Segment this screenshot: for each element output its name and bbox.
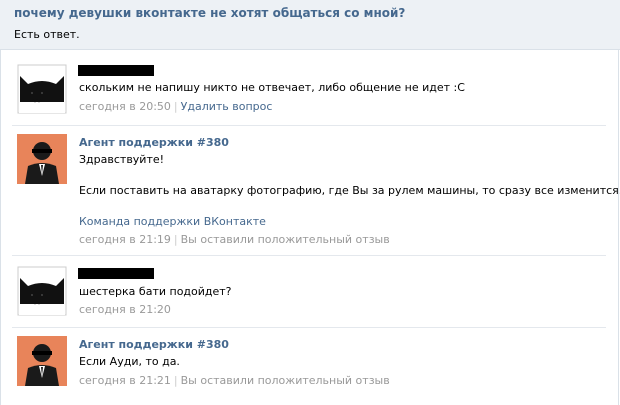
frame-border-left [0,50,1,405]
message-time: сегодня в 21:21 [79,374,171,387]
rating-status: Вы оставили положительный отзыв [180,233,390,246]
message-text: Если поставить на аватарку фотографию, г… [79,184,620,197]
message-separator [12,255,606,256]
meta-divider: | [173,233,178,246]
message-text: шестерка бати подойдет? [79,285,232,298]
agent-name[interactable]: Агент поддержки #380 [79,338,229,351]
message-meta: сегодня в 21:21 | Вы оставили положительны… [79,374,390,387]
cat-avatar[interactable] [17,266,67,316]
message-separator [12,125,606,126]
rating-status: Вы оставили положительный отзыв [180,374,390,387]
message-greeting: Здравствуйте! [79,153,165,166]
question-title: почему девушки вконтакте не хотят общать… [14,6,406,20]
frame-border-right [618,50,619,405]
question-status: Есть ответ. [14,28,80,41]
message-time: сегодня в 20:50 [79,100,171,113]
support-ticket-page: почему девушки вконтакте не хотят общать… [0,0,620,405]
redacted-username [78,65,154,76]
agent-name[interactable]: Агент поддержки #380 [79,136,229,149]
cat-icon [17,266,67,316]
message-time: сегодня в 21:19 [79,233,171,246]
cat-icon [17,64,67,114]
agent-icon [17,134,67,184]
delete-question-link[interactable]: Удалить вопрос [181,100,273,113]
message-meta: сегодня в 21:20 [79,303,171,316]
question-header: почему девушки вконтакте не хотят общать… [0,0,620,50]
agent-avatar[interactable] [17,134,67,184]
message-separator [12,327,606,328]
agent-icon [17,336,67,386]
message-text: скольким не напишу никто не отвечает, ли… [79,81,465,94]
message-meta: сегодня в 20:50 | Удалить вопрос [79,100,272,113]
message-meta: сегодня в 21:19 | Вы оставили положительны… [79,233,390,246]
agent-avatar[interactable] [17,336,67,386]
message-time: сегодня в 21:20 [79,303,171,316]
meta-divider: | [173,374,178,387]
support-signature: Команда поддержки ВКонтакте [79,215,266,228]
redacted-username [78,268,154,279]
meta-divider: | [173,100,178,113]
message-text: Если Ауди, то да. [79,355,180,368]
cat-avatar[interactable] [17,64,67,114]
